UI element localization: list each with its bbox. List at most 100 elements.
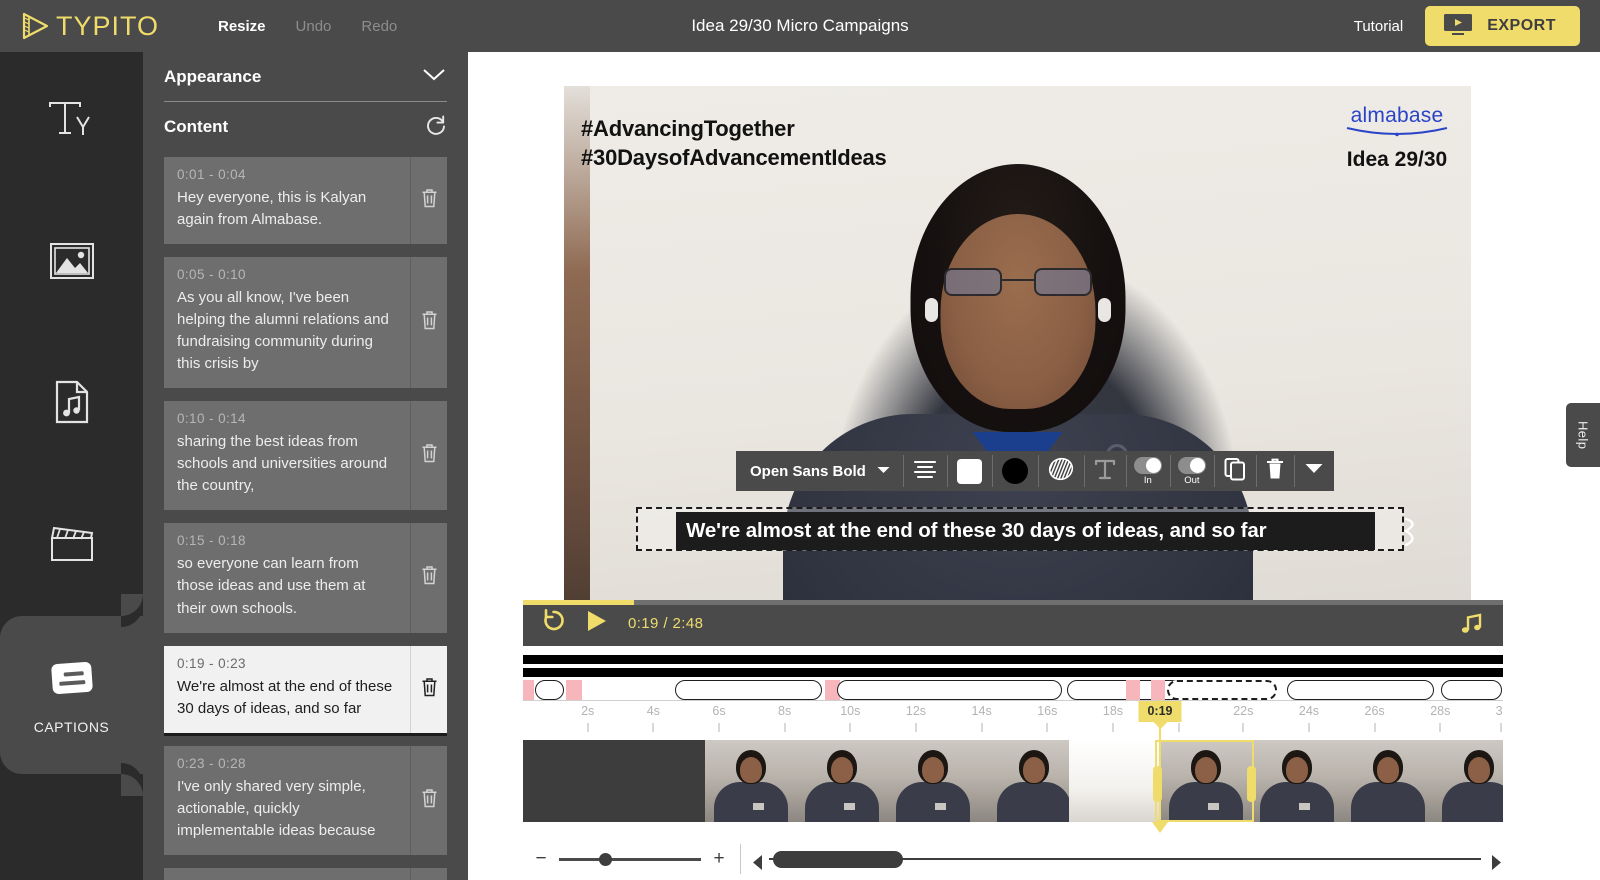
animation-out-toggle[interactable] bbox=[1177, 456, 1206, 474]
animation-in-button[interactable]: In bbox=[1125, 451, 1170, 491]
caption-segment[interactable] bbox=[534, 680, 565, 700]
reset-rotate-icon[interactable] bbox=[425, 114, 447, 141]
caret-right-icon[interactable] bbox=[1490, 854, 1503, 876]
timeline[interactable]: 2s 4s 6s 8s 10s 12s 14s 16s 18s 22s 24s … bbox=[523, 646, 1503, 880]
thumbnail[interactable] bbox=[523, 740, 614, 822]
resize-button[interactable]: Resize bbox=[218, 18, 266, 35]
caption-body[interactable]: 0:05 - 0:10 As you all know, I've been h… bbox=[164, 257, 410, 388]
thumbnail[interactable] bbox=[705, 740, 796, 822]
thumbnail[interactable] bbox=[796, 740, 887, 822]
rotate-handle-icon[interactable] bbox=[1400, 515, 1424, 557]
caption-segment[interactable] bbox=[1287, 680, 1435, 700]
chevron-down-icon[interactable] bbox=[421, 66, 447, 87]
thumbnail-body bbox=[1441, 782, 1503, 822]
caption-body[interactable]: 0:10 - 0:14 sharing the best ideas from … bbox=[164, 401, 410, 510]
text-align-button[interactable] bbox=[902, 451, 947, 491]
caption-start: 0:19 bbox=[177, 655, 205, 671]
zoom-control[interactable]: − + bbox=[534, 848, 726, 870]
delete-caption-button[interactable] bbox=[410, 745, 447, 855]
caption-body[interactable]: 0:28 - 0:30 bbox=[164, 868, 410, 880]
caption-text: so everyone can learn from those ideas a… bbox=[177, 555, 366, 617]
video-thumbnail-strip[interactable] bbox=[523, 740, 1503, 822]
video-preview[interactable]: #AdvancingTogether #30DaysofAdvancementI… bbox=[564, 86, 1471, 634]
thumbnail[interactable] bbox=[1069, 740, 1160, 822]
brand-logo[interactable]: TYPITO bbox=[18, 9, 188, 43]
redo-button[interactable]: Redo bbox=[361, 18, 397, 35]
sidebar-item-image[interactable] bbox=[0, 193, 143, 334]
caption-text: Hey everyone, this is Kalyan again from … bbox=[177, 189, 367, 229]
list-item[interactable]: 0:05 - 0:10 As you all know, I've been h… bbox=[164, 257, 447, 389]
caption-timerange: 0:15 - 0:18 bbox=[177, 533, 397, 548]
caption-segment[interactable] bbox=[1441, 680, 1502, 700]
list-item[interactable]: 0:28 - 0:30 bbox=[164, 867, 447, 880]
help-tab[interactable]: Help bbox=[1566, 403, 1600, 467]
text-format-toolbar[interactable]: Open Sans Bold In Out bbox=[736, 451, 1334, 491]
thumbnail[interactable] bbox=[1251, 740, 1342, 822]
audio-waveform[interactable] bbox=[523, 655, 1503, 681]
scrollbar-thumb[interactable] bbox=[773, 850, 903, 868]
appearance-section-header[interactable]: Appearance bbox=[164, 52, 447, 102]
caption-segment[interactable] bbox=[836, 680, 1062, 700]
zoom-in-button[interactable]: + bbox=[712, 848, 726, 870]
selected-clip-region[interactable] bbox=[1153, 740, 1257, 822]
play-button[interactable] bbox=[586, 609, 608, 638]
more-options-button[interactable] bbox=[1293, 451, 1334, 491]
undo-button[interactable]: Undo bbox=[296, 18, 332, 35]
background-color-swatch bbox=[1001, 458, 1028, 484]
animation-in-toggle[interactable] bbox=[1133, 456, 1162, 474]
delete-caption-button[interactable] bbox=[410, 257, 447, 389]
player-progress-track[interactable] bbox=[523, 600, 1503, 605]
caption-track[interactable] bbox=[523, 680, 1503, 700]
sidebar-item-text[interactable] bbox=[0, 52, 143, 193]
timeline-ruler[interactable]: 2s 4s 6s 8s 10s 12s 14s 16s 18s 22s 24s … bbox=[523, 700, 1503, 734]
font-selector[interactable]: Open Sans Bold bbox=[736, 451, 903, 491]
sidebar-item-captions[interactable]: CAPTIONS bbox=[0, 594, 143, 796]
caption-body[interactable]: 0:19 - 0:23 We're almost at the end of t… bbox=[164, 646, 410, 733]
export-button[interactable]: EXPORT bbox=[1425, 6, 1580, 46]
thumbnail[interactable] bbox=[887, 740, 978, 822]
delete-caption-button[interactable] bbox=[410, 401, 447, 511]
sidebar-item-audio[interactable] bbox=[0, 334, 143, 475]
replay-button[interactable] bbox=[541, 608, 566, 638]
animation-out-button[interactable]: Out bbox=[1169, 451, 1214, 491]
list-item-selected[interactable]: 0:19 - 0:23 We're almost at the end of t… bbox=[164, 645, 447, 733]
delete-caption-button[interactable] bbox=[410, 523, 447, 633]
thumbnail[interactable] bbox=[1433, 740, 1503, 822]
opacity-button[interactable] bbox=[1037, 451, 1084, 491]
list-item[interactable]: 0:10 - 0:14 sharing the best ideas from … bbox=[164, 401, 447, 511]
caption-body[interactable]: 0:01 - 0:04 Hey everyone, this is Kalyan… bbox=[164, 157, 410, 244]
caption-dash: - bbox=[209, 411, 219, 427]
text-color-button[interactable] bbox=[946, 451, 992, 491]
caret-left-icon[interactable] bbox=[751, 854, 764, 876]
text-style-button[interactable] bbox=[1083, 451, 1126, 491]
caption-body[interactable]: 0:23 - 0:28 I've only shared very simple… bbox=[164, 746, 410, 855]
caption-overlay-box[interactable]: We're almost at the end of these 30 days… bbox=[636, 507, 1414, 551]
tutorial-link[interactable]: Tutorial bbox=[1354, 18, 1403, 35]
caption-list[interactable]: 0:01 - 0:04 Hey everyone, this is Kalyan… bbox=[143, 157, 468, 880]
list-item[interactable]: 0:01 - 0:04 Hey everyone, this is Kalyan… bbox=[164, 157, 447, 245]
caption-segment[interactable] bbox=[674, 680, 822, 700]
zoom-slider[interactable] bbox=[559, 852, 701, 866]
zoom-out-button[interactable]: − bbox=[534, 848, 548, 870]
delete-caption-button[interactable] bbox=[410, 157, 447, 245]
delete-caption-button[interactable] bbox=[410, 867, 447, 880]
thumbnail[interactable] bbox=[978, 740, 1072, 822]
delete-text-button[interactable] bbox=[1255, 451, 1294, 491]
thumbnail[interactable] bbox=[1342, 740, 1433, 822]
zoom-slider-knob[interactable] bbox=[599, 852, 612, 866]
ruler-tick-mark bbox=[915, 723, 917, 732]
music-track-button[interactable] bbox=[1459, 611, 1483, 640]
caption-gap bbox=[523, 680, 534, 700]
duplicate-button[interactable] bbox=[1213, 451, 1256, 491]
thumbnail[interactable] bbox=[614, 740, 705, 822]
caption-segment-selected[interactable] bbox=[1166, 680, 1277, 700]
ruler-tick-label: 18s bbox=[1102, 704, 1124, 718]
list-item[interactable]: 0:15 - 0:18 so everyone can learn from t… bbox=[164, 523, 447, 633]
chevron-down-icon[interactable] bbox=[876, 462, 891, 480]
caption-body[interactable]: 0:15 - 0:18 so everyone can learn from t… bbox=[164, 523, 410, 632]
clip-handle-right[interactable] bbox=[1247, 766, 1257, 802]
delete-caption-button[interactable] bbox=[410, 645, 447, 733]
caption-overlay-background[interactable]: We're almost at the end of these 30 days… bbox=[676, 512, 1375, 550]
background-color-button[interactable] bbox=[991, 451, 1038, 491]
list-item[interactable]: 0:23 - 0:28 I've only shared very simple… bbox=[164, 745, 447, 855]
